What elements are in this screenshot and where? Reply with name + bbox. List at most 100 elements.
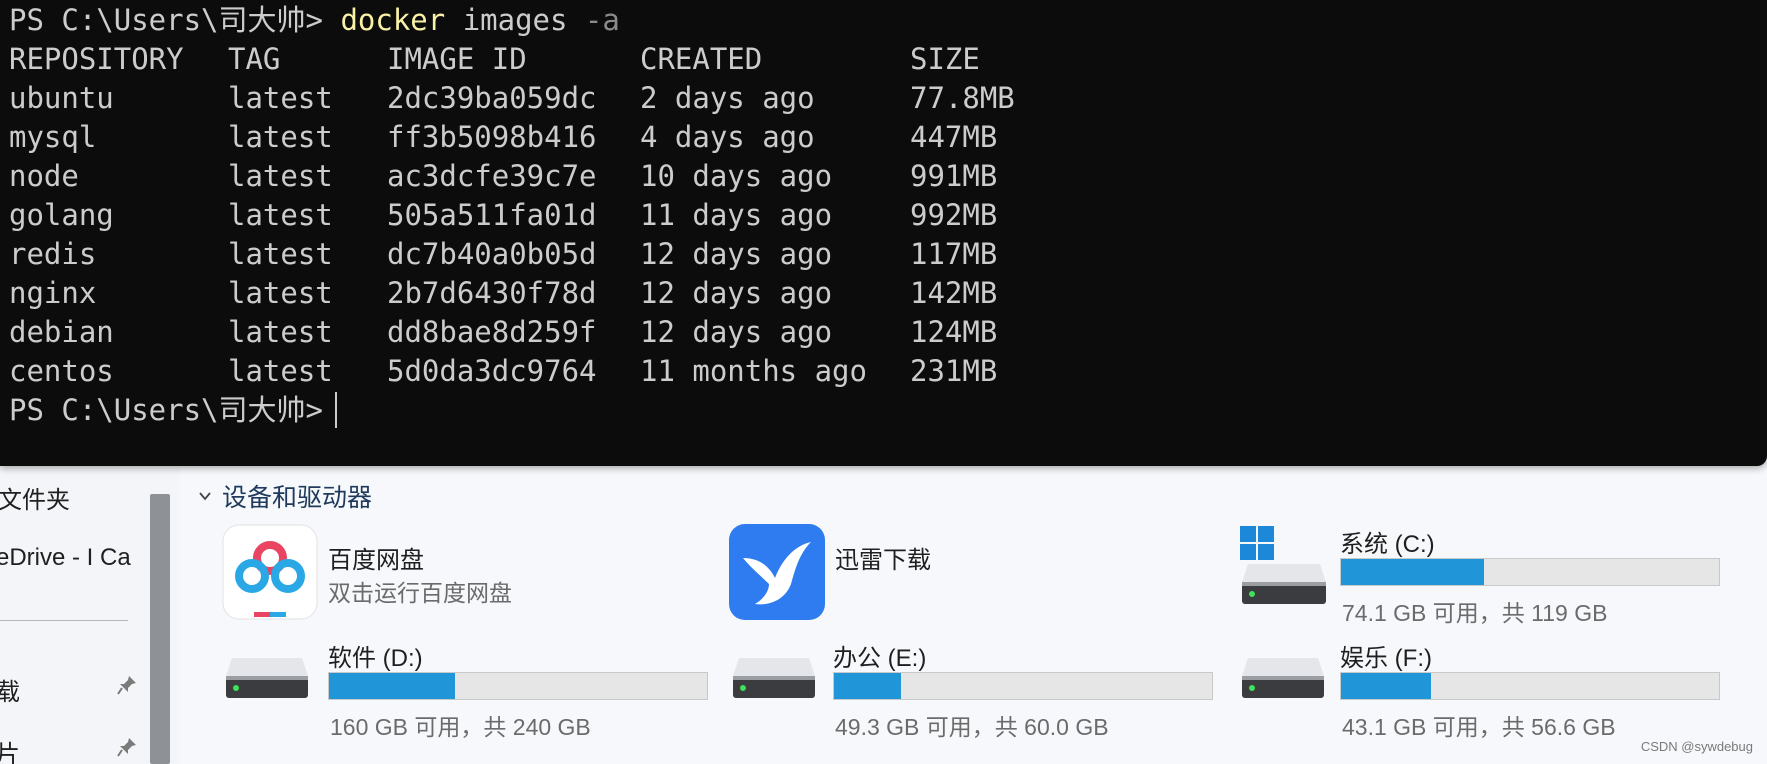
drive-space-info: 49.3 GB 可用，共 60.0 GB xyxy=(835,714,1109,740)
drive-c[interactable]: 系统 (C:) 74.1 GB 可用，共 119 GB xyxy=(1238,524,1720,626)
drive-space-info: 74.1 GB 可用，共 119 GB xyxy=(1342,600,1608,626)
drive-name: 系统 (C:) xyxy=(1340,531,1435,558)
table-row: node latest ac3dcfe39c7e 10 days ago 991MB xyxy=(9,156,997,195)
section-title: 设备和驱动器 xyxy=(222,484,373,512)
nav-item-downloads[interactable]: 载 xyxy=(0,672,20,707)
cell: ubuntu xyxy=(9,81,114,115)
cell: CREATED xyxy=(640,42,763,76)
section-header[interactable]: 设备和驱动器 xyxy=(198,478,372,514)
command-line: PS C:\Users\司大帅> docker images -a xyxy=(9,0,620,39)
drive-name: 办公 (E:) xyxy=(833,645,927,672)
image-table: REPOSITORY TAG IMAGE ID CREATED SIZE ubuntu la… xyxy=(9,39,1015,390)
terminal-window[interactable]: PS C:\Users\司大帅> docker images -a REPOSI… xyxy=(0,0,1767,466)
nav-item-onedrive[interactable]: eDrive - I Ca xyxy=(0,544,131,572)
cell: 2b7d6430f78d xyxy=(387,276,597,310)
hard-drive-icon xyxy=(733,658,815,698)
table-row: redis latest dc7b40a0b05d 12 days ago 117MB xyxy=(9,234,997,273)
xunlei-icon xyxy=(729,524,825,620)
cell: SIZE xyxy=(910,42,980,76)
cell: latest xyxy=(228,315,333,349)
cell: 124MB xyxy=(910,315,998,349)
drive-name: 软件 (D:) xyxy=(328,645,423,672)
cell: latest xyxy=(228,120,333,154)
watermark: CSDN @sywdebug xyxy=(1640,739,1753,754)
nav-item-pictures[interactable]: 片 xyxy=(0,734,20,764)
cell: golang xyxy=(9,198,114,232)
cell: 11 months ago xyxy=(640,354,867,388)
cell: ac3dcfe39c7e xyxy=(387,159,597,193)
cell: 12 days ago xyxy=(640,276,833,310)
hard-drive-icon xyxy=(226,658,308,698)
app-xunlei[interactable]: 迅雷下载 xyxy=(729,524,1129,624)
cell: 11 days ago xyxy=(640,198,833,232)
cell: latest xyxy=(228,276,333,310)
baidu-netdisk-icon xyxy=(222,524,318,620)
cell: 447MB xyxy=(910,120,998,154)
table-row: ubuntu latest 2dc39ba059dc 2 days ago 77.8MB xyxy=(9,78,1015,117)
cell: mysql xyxy=(9,120,97,154)
cell: TAG xyxy=(228,42,281,76)
table-row: nginx latest 2b7d6430f78d 12 days ago 142MB xyxy=(9,273,997,312)
drive-usage-fill xyxy=(834,673,902,699)
prompt: PS C:\Users\司大帅> xyxy=(9,393,323,427)
cell: 77.8MB xyxy=(910,81,1015,115)
cell: dc7b40a0b05d xyxy=(387,237,597,271)
cell: debian xyxy=(9,315,114,349)
pin-icon[interactable] xyxy=(116,674,138,696)
cell: latest xyxy=(228,237,333,271)
drive-f[interactable]: 娱乐 (F:) 43.1 GB 可用，共 56.6 GB xyxy=(1238,638,1720,740)
app-baidu-netdisk[interactable]: 百度网盘 双击运行百度网盘 xyxy=(222,524,622,624)
app-name: 迅雷下载 xyxy=(835,547,931,574)
pin-icon[interactable] xyxy=(116,736,138,758)
drive-usage-fill xyxy=(1341,673,1432,699)
cell: ff3b5098b416 xyxy=(387,120,597,154)
current-prompt-line[interactable]: PS C:\Users\司大帅> xyxy=(9,390,620,429)
cell: nginx xyxy=(9,276,97,310)
devices-content: 设备和驱动器 百度网盘 双击运行百度网盘 迅雷下载 系统 (C:) 74.1 G… xyxy=(180,466,1767,764)
app-name: 百度网盘 xyxy=(328,547,424,574)
cell: dd8bae8d259f xyxy=(387,315,597,349)
nav-item-folders[interactable]: 文件夹 xyxy=(0,480,70,515)
cell: REPOSITORY xyxy=(9,42,184,76)
cell: 2dc39ba059dc xyxy=(387,81,597,115)
drive-e[interactable]: 办公 (E:) 49.3 GB 可用，共 60.0 GB xyxy=(729,638,1213,740)
cell: centos xyxy=(9,354,114,388)
table-row: mysql latest ff3b5098b416 4 days ago 447MB xyxy=(9,117,997,156)
prompt: PS C:\Users\司大帅> xyxy=(9,3,323,37)
cell: redis xyxy=(9,237,97,271)
text-cursor xyxy=(334,392,337,428)
drive-usage-bar xyxy=(833,672,1213,700)
cell: 4 days ago xyxy=(640,120,815,154)
drive-d[interactable]: 软件 (D:) 160 GB 可用，共 240 GB xyxy=(222,638,708,740)
table-header-row: REPOSITORY TAG IMAGE ID CREATED SIZE xyxy=(9,39,980,78)
cell: latest xyxy=(228,354,333,388)
drive-name: 娱乐 (F:) xyxy=(1340,645,1432,672)
file-explorer: 文件夹 eDrive - I Ca 载 片 设备和驱动器 百度网盘 双击运行百度… xyxy=(0,466,1767,764)
nav-scrollbar[interactable] xyxy=(150,494,170,764)
app-subtitle: 双击运行百度网盘 xyxy=(328,580,512,606)
cell: latest xyxy=(228,159,333,193)
command: docker xyxy=(340,3,446,37)
drive-usage-fill xyxy=(329,673,455,699)
command-flag: -a xyxy=(584,3,620,37)
cell: 142MB xyxy=(910,276,998,310)
nav-divider xyxy=(0,620,128,621)
cell: 505a511fa01d xyxy=(387,198,597,232)
cell: IMAGE ID xyxy=(387,42,527,76)
navigation-pane: 文件夹 eDrive - I Ca 载 片 xyxy=(0,466,180,764)
cell: 5d0da3dc9764 xyxy=(387,354,597,388)
chevron-down-icon[interactable] xyxy=(198,489,212,503)
cell: 10 days ago xyxy=(640,159,833,193)
cell: node xyxy=(9,159,79,193)
cell: 12 days ago xyxy=(640,237,833,271)
drive-space-info: 43.1 GB 可用，共 56.6 GB xyxy=(1342,714,1616,740)
table-row: debian latest dd8bae8d259f 12 days ago 124MB xyxy=(9,312,997,351)
cell: 2 days ago xyxy=(640,81,815,115)
drive-usage-bar xyxy=(1340,558,1720,586)
cell: 991MB xyxy=(910,159,998,193)
hard-drive-icon xyxy=(1242,658,1324,698)
cell: 231MB xyxy=(910,354,998,388)
drive-usage-bar xyxy=(328,672,708,700)
cell: latest xyxy=(228,198,333,232)
drive-usage-bar xyxy=(1340,672,1720,700)
